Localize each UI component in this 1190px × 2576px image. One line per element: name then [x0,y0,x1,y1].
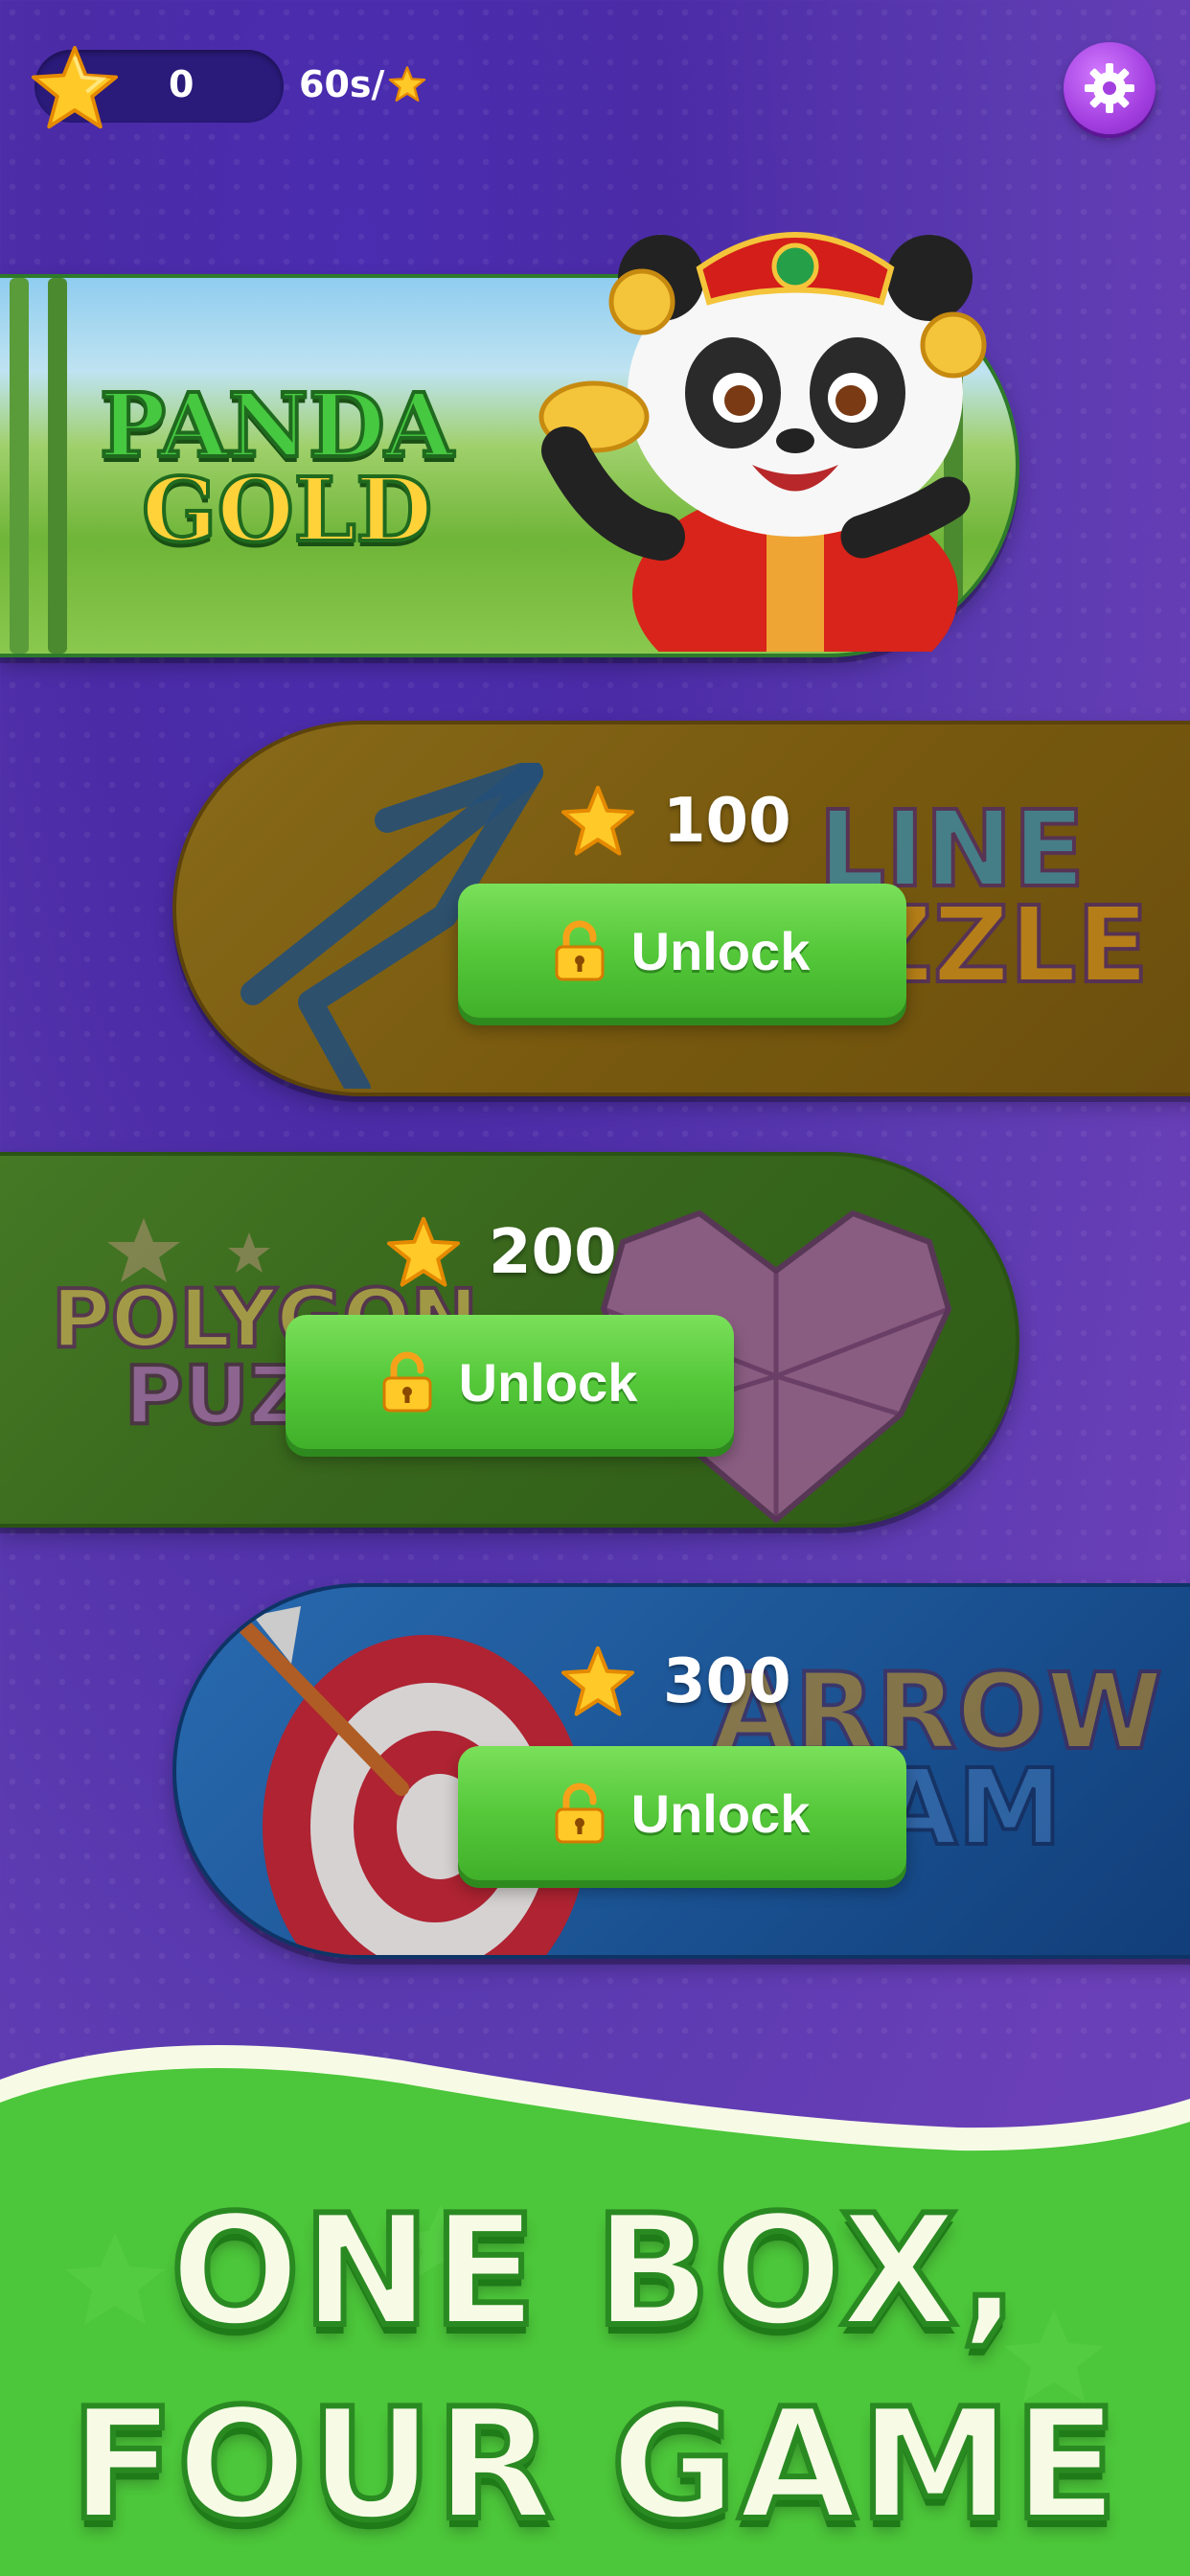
unlock-button-arrow-jam[interactable]: Unlock [458,1746,906,1880]
unlock-label: Unlock [630,1782,811,1844]
cost-value: 200 [489,1217,617,1288]
star-icon [387,1216,460,1287]
unlock-label: Unlock [458,1351,638,1413]
padlock-icon [555,1782,605,1844]
bamboo-decoration [48,278,67,654]
star-rate: 60s/ [299,63,426,105]
padlock-icon [555,920,605,981]
unlock-button-polygon-puzzle[interactable]: Unlock [286,1315,734,1449]
star-rate-text: 60s/ [299,63,385,105]
promo-headline-line1: ONE BOX, [167,2178,1020,2363]
unlock-cost-line-puzzle: 100 [560,784,791,859]
promo-headline-line2: FOUR GAME [67,2372,1121,2557]
gear-icon [1085,63,1134,113]
bamboo-decoration [10,278,29,654]
star-icon [389,66,426,102]
unlock-cost-polygon-puzzle: 200 [385,1215,617,1290]
panda-mascot-image [538,232,987,652]
unlock-button-line-puzzle[interactable]: Unlock [458,884,906,1018]
star-icon [561,1645,634,1716]
star-count: 0 [169,63,195,105]
cost-value: 300 [663,1646,791,1717]
star-icon [31,45,119,129]
cost-value: 100 [663,786,791,857]
unlock-label: Unlock [630,920,811,981]
unlock-cost-arrow-jam: 300 [560,1644,791,1719]
settings-button[interactable] [1064,42,1156,134]
star-icon [561,785,634,856]
padlock-icon [382,1351,432,1413]
panda-gold-logo-line2: GOLD [140,456,434,564]
